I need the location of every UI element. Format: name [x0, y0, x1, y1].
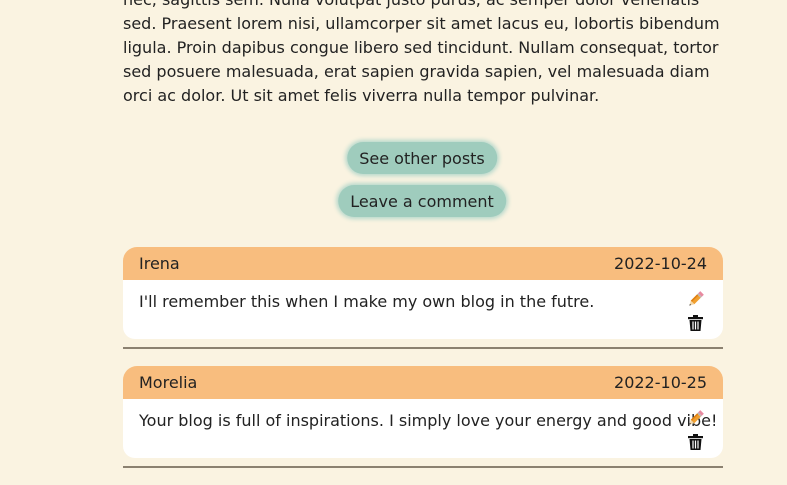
post-body-text: nec, sagittis sem. Nulla volutpat justo … — [123, 0, 720, 105]
edit-comment-button[interactable] — [685, 409, 705, 429]
comment-date: 2022-10-24 — [614, 254, 707, 273]
leave-comment-button[interactable]: Leave a comment — [338, 185, 506, 217]
pencil-icon — [689, 291, 704, 306]
comment-divider — [123, 466, 723, 468]
trash-icon — [687, 315, 703, 331]
edit-comment-button[interactable] — [685, 290, 705, 310]
delete-comment-button[interactable] — [685, 432, 705, 452]
blog-post-page: nec, sagittis sem. Nulla volutpat justo … — [0, 0, 787, 485]
comment-author: Irena — [139, 254, 180, 273]
comment-text: I'll remember this when I make my own bl… — [139, 292, 595, 311]
comment-text: Your blog is full of inspirations. I sim… — [139, 411, 718, 430]
pencil-icon — [689, 410, 704, 425]
comment-header: Irena 2022-10-24 — [123, 247, 723, 280]
delete-comment-button[interactable] — [685, 313, 705, 333]
comment-header: Morelia 2022-10-25 — [123, 366, 723, 399]
comment-divider — [123, 347, 723, 349]
see-other-posts-button[interactable]: See other posts — [347, 142, 497, 174]
trash-icon — [687, 434, 703, 450]
comment-card: Irena 2022-10-24 I'll remember this when… — [123, 247, 723, 349]
comment-date: 2022-10-25 — [614, 373, 707, 392]
comment-author: Morelia — [139, 373, 198, 392]
comment-body: Your blog is full of inspirations. I sim… — [123, 399, 723, 458]
comment-body: I'll remember this when I make my own bl… — [123, 280, 723, 339]
comment-card: Morelia 2022-10-25 Your blog is full of … — [123, 366, 723, 468]
